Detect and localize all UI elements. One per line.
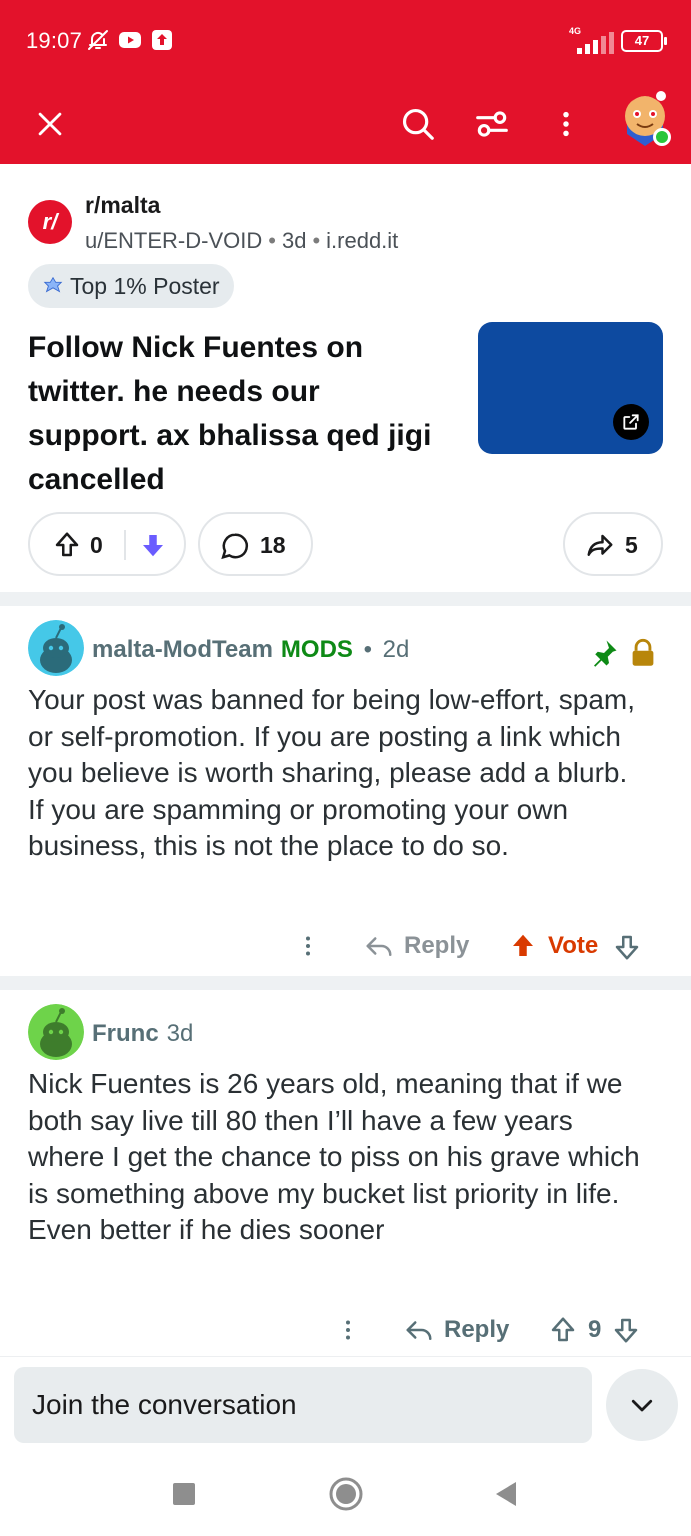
comment-header: malta-ModTeam MODS • 2d [92,636,410,663]
mods-badge: MODS [280,636,353,663]
post-meta: u/ENTER-D-VOID • 3d • i.redd.it [85,228,399,253]
comment-item: malta-ModTeam MODS • 2d Your post was ban… [0,606,691,976]
comment-username[interactable]: Frunc [92,1020,159,1047]
close-button[interactable] [22,96,78,152]
post-age: 3d [281,228,307,253]
recents-icon [173,1483,195,1505]
home-icon [329,1477,363,1511]
lock-icon [632,638,654,666]
user-flair: Top 1% Poster [28,264,234,308]
comment-badges [589,638,657,668]
upvote-icon[interactable] [52,530,82,560]
snoo-avatar-icon [28,1004,84,1060]
share-icon [587,534,613,556]
comments-button[interactable]: 18 [198,512,313,576]
reply-icon [406,1321,432,1340]
comment-actions: Reply 9 [0,1306,691,1354]
comment-body: Nick Fuentes is 26 years old, meaning th… [28,1068,640,1245]
home-button[interactable] [326,1474,366,1514]
comment-item: Frunc 3d Nick Fuentes is 26 years old, me… [0,990,691,1356]
downvote-icon[interactable] [138,530,168,560]
upvote-icon[interactable] [548,1315,578,1345]
back-button[interactable] [486,1474,526,1514]
top-poster-icon [43,276,63,293]
vote-divider [124,530,126,560]
downvote-icon[interactable] [612,932,642,962]
upvote-filled-icon [513,934,533,956]
reply-icon [366,937,392,956]
search-button[interactable] [390,96,446,152]
comment-header: Frunc 3d [92,1020,193,1048]
sort-filter-button[interactable] [464,96,520,152]
comment-actions: Reply Vote [0,922,691,970]
status-time: 19:07 [26,28,83,53]
close-icon [38,112,62,136]
back-icon [496,1482,516,1506]
comment-composer-bar: Join the conversation [0,1356,691,1452]
battery-icon: 47 [621,30,667,52]
user-avatar[interactable] [617,88,673,150]
post-vote-count: 0 [90,532,103,558]
reply-button[interactable]: Reply [404,1306,509,1354]
join-conversation-input[interactable]: Join the conversation [14,1367,592,1443]
post-card: r/ r/malta u/ENTER-D-VOID • 3d • i.redd.it T… [0,164,691,592]
filter-icon [476,111,508,137]
comment-score: 9 [588,1316,602,1343]
app-bar [0,84,691,164]
post-domain[interactable]: i.redd.it [326,228,398,253]
more-vertical-icon [306,936,310,956]
post-author[interactable]: u/ENTER-D-VOID [85,228,262,253]
chevron-down-icon [631,1399,653,1412]
comment-username[interactable]: malta-ModTeam [92,636,273,663]
snoo-avatar-icon [28,620,84,676]
post-thumbnail[interactable] [478,322,663,454]
comment-vote-control: 9 [548,1306,641,1354]
notifications-off-icon [88,30,108,50]
subreddit-name[interactable]: r/malta [85,192,160,219]
recents-button[interactable] [164,1474,204,1514]
subreddit-icon[interactable]: r/ [28,200,72,244]
comment-age: 2d [382,636,410,663]
status-notification-icons [86,28,174,52]
status-right: 4G 47 [565,26,667,54]
comment-age: 3d [166,1020,194,1047]
system-nav-bar [0,1452,691,1536]
vote-control: 0 [28,512,186,576]
reply-button[interactable]: Reply [364,922,469,970]
share-count: 5 [625,532,638,558]
vote-label: Vote [548,932,599,959]
share-button[interactable]: 5 [563,512,663,576]
status-bar: 19:07 4G 47 [0,0,691,84]
youtube-icon [119,32,141,48]
pin-icon [594,640,617,667]
reply-label: Reply [444,1316,510,1343]
comment-count: 18 [260,532,286,558]
section-divider [0,592,691,606]
reply-label: Reply [404,932,470,959]
top-bar: 19:07 4G 47 [0,0,691,164]
comment-more-button[interactable] [296,922,320,970]
more-options-button[interactable] [538,96,594,152]
vote-button[interactable]: Vote [508,922,598,970]
more-vertical-icon [346,1320,350,1340]
flair-text: Top 1% Poster [70,272,220,299]
collapse-button[interactable] [606,1369,678,1441]
external-link-icon [613,404,649,440]
downvote-icon[interactable] [611,1315,641,1345]
online-indicator [653,128,671,146]
more-vertical-icon [563,111,569,137]
battery-level: 47 [634,33,650,48]
commenter-avatar[interactable] [28,620,84,676]
signal-icon: 4G [565,26,614,54]
post-title[interactable]: Follow Nick Fuentes on twitter. he needs… [28,326,448,502]
search-icon [402,108,434,140]
section-divider [0,976,691,990]
upload-icon [152,30,172,50]
comment-body: Your post was banned for being low-effor… [28,684,636,861]
commenter-avatar[interactable] [28,1004,84,1060]
comment-more-button[interactable] [336,1306,360,1354]
comment-icon [221,533,249,560]
